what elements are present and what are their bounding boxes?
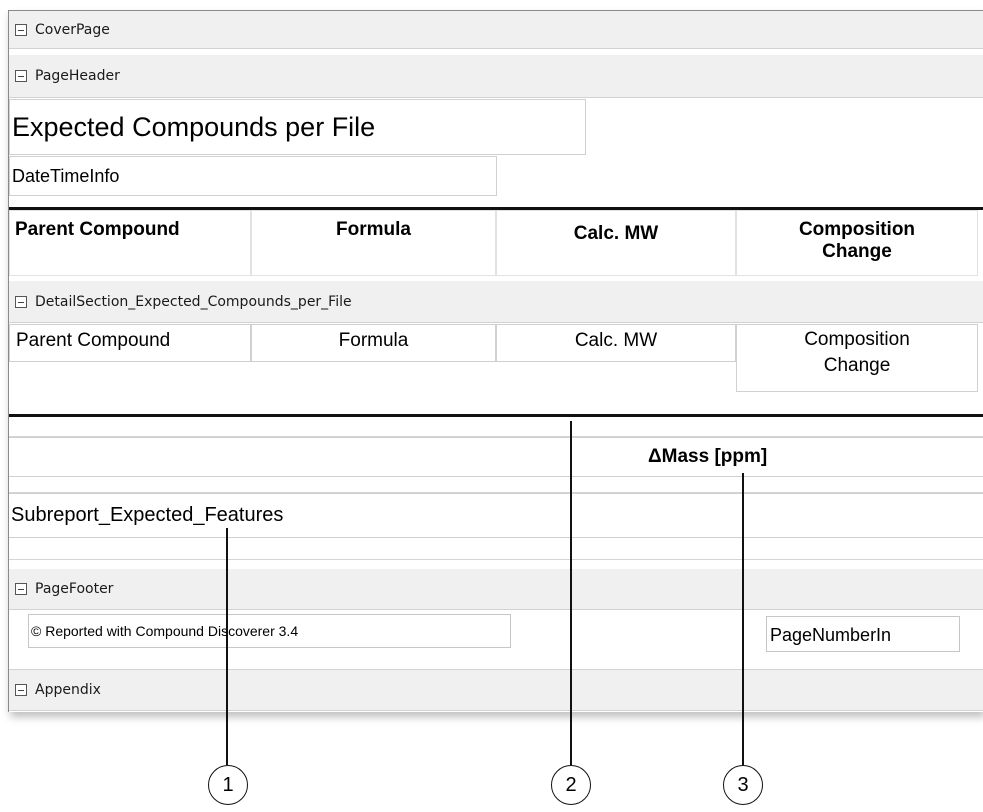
copyright-field[interactable]: © Reported with Compound Discoverer 3.4 (28, 614, 511, 648)
band-label: PageFooter (35, 581, 114, 597)
band-label: Appendix (35, 682, 101, 698)
detail-field-calc-mw[interactable]: Calc. MW (496, 324, 736, 362)
callout-marker-1: 1 (208, 765, 248, 805)
band-detail-section[interactable]: DetailSection_Expected_Compounds_per_Fil… (9, 281, 983, 323)
collapse-icon[interactable] (15, 295, 27, 308)
subreport-header-row: ΔMass [ppm] (9, 437, 983, 477)
band-label: DetailSection_Expected_Compounds_per_Fil… (35, 293, 352, 310)
report-designer-canvas: CoverPage PageHeader Expected Compounds … (8, 10, 983, 712)
column-header-parent-compound[interactable]: Parent Compound (9, 210, 251, 276)
column-header-composition-change[interactable]: Composition Change (736, 210, 978, 276)
detail-field-formula[interactable]: Formula (251, 324, 496, 362)
band-pagefooter[interactable]: PageFooter (9, 569, 983, 610)
band-coverpage[interactable]: CoverPage (9, 11, 983, 49)
collapse-icon[interactable] (15, 70, 27, 82)
date-time-field[interactable]: DateTimeInfo (9, 156, 497, 196)
collapse-icon[interactable] (15, 583, 27, 595)
callout-leader-line (742, 473, 744, 765)
band-label: PageHeader (35, 68, 120, 84)
detail-field-composition-change[interactable]: Composition Change (736, 324, 978, 392)
divider (9, 559, 983, 560)
detail-bottom-rule (9, 414, 983, 417)
delta-mass-header[interactable]: ΔMass [ppm] (648, 446, 767, 468)
callout-leader-line (570, 421, 572, 765)
callout-marker-2: 2 (551, 765, 591, 805)
callout-leader-line (226, 528, 228, 765)
collapse-icon[interactable] (15, 23, 27, 36)
page-number-field[interactable]: PageNumberIn (766, 616, 960, 652)
subreport-expected-features[interactable]: Subreport_Expected_Features (9, 493, 983, 538)
callout-marker-3: 3 (723, 765, 763, 805)
collapse-icon[interactable] (15, 684, 27, 696)
column-header-calc-mw[interactable]: Calc. MW (496, 210, 736, 276)
column-header-formula[interactable]: Formula (251, 210, 496, 276)
band-label: CoverPage (35, 21, 110, 38)
band-appendix[interactable]: Appendix (9, 669, 983, 711)
band-pageheader[interactable]: PageHeader (9, 55, 983, 98)
report-title-field[interactable]: Expected Compounds per File (9, 99, 586, 155)
detail-field-parent-compound[interactable]: Parent Compound (9, 324, 251, 362)
